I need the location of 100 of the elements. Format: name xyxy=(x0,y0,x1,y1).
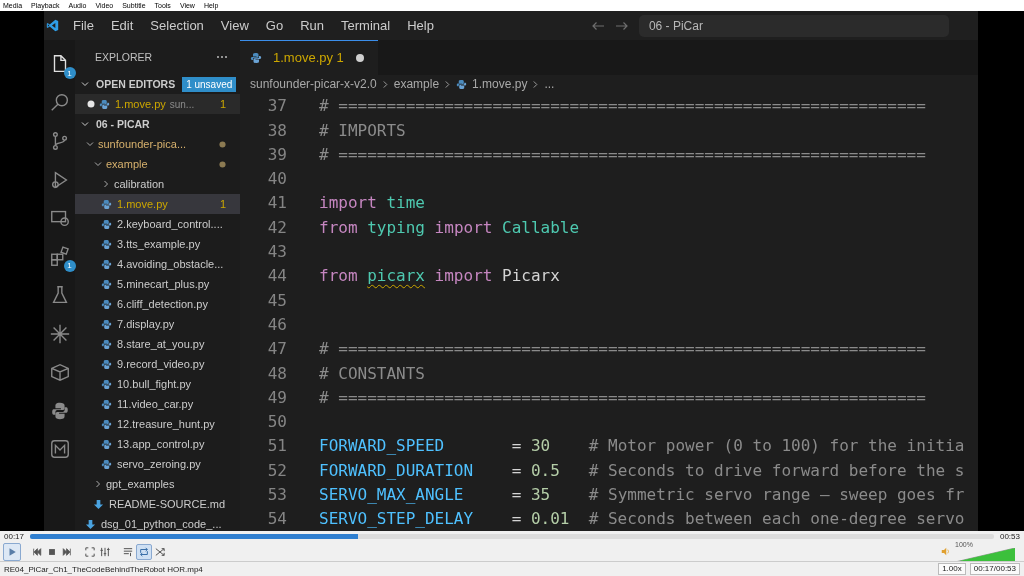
tree-item[interactable]: 7.display.py xyxy=(75,314,240,334)
fullscreen-button[interactable] xyxy=(83,544,97,559)
section-header[interactable]: OPEN EDITORS xyxy=(96,78,176,90)
tree-item[interactable]: 12.treasure_hunt.py xyxy=(75,414,240,434)
python-file-icon xyxy=(101,318,112,330)
more-icon[interactable] xyxy=(216,55,228,59)
line-number: 37 xyxy=(266,96,287,116)
tree-item[interactable]: gpt_examples xyxy=(75,474,240,494)
line-number: 42 xyxy=(266,217,287,237)
tree-item[interactable]: sunfounder-pica... xyxy=(75,134,240,154)
line-number: 41 xyxy=(266,193,287,213)
tree-item[interactable]: 5.minecart_plus.py xyxy=(75,274,240,294)
chevron-icon[interactable] xyxy=(80,119,90,129)
chevron-icon[interactable] xyxy=(93,479,103,489)
breadcrumb-item[interactable]: sunfounder-picar-x-v2.0 xyxy=(250,77,377,92)
code-line: # ============================================================= xyxy=(319,96,926,116)
tree-item[interactable]: 10.bull_fight.py xyxy=(75,374,240,394)
line-number: 39 xyxy=(266,144,287,164)
python-file-icon xyxy=(101,338,112,350)
menu-item[interactable]: Go xyxy=(265,18,284,33)
line-number: 38 xyxy=(266,120,287,140)
section-header[interactable]: 06 - PICAR xyxy=(96,118,150,130)
tree-item[interactable]: 13.app_control.py xyxy=(75,434,240,454)
breadcrumb-item[interactable]: ... xyxy=(544,77,555,92)
code-line: from picarx import Picarx xyxy=(319,266,560,286)
line-number: 40 xyxy=(266,169,287,189)
modified-dot-icon xyxy=(219,140,226,148)
tree-item[interactable]: README-SOURCE.md xyxy=(75,494,240,514)
python-file-icon xyxy=(101,198,112,210)
python-file-icon xyxy=(456,78,468,90)
menu-item[interactable]: Run xyxy=(300,18,324,33)
chevron-icon xyxy=(444,79,452,89)
tree-item[interactable]: calibration xyxy=(75,174,240,194)
tree-item[interactable]: 2.keyboard_control.... xyxy=(75,214,240,234)
sparkle-icon xyxy=(48,322,71,345)
menu-item[interactable]: Selection xyxy=(150,18,204,33)
tree-item[interactable]: 3.tts_example.py xyxy=(75,234,240,254)
fullscreen-icon xyxy=(85,546,95,557)
code-line: import time xyxy=(319,193,425,213)
line-number: 54 xyxy=(266,509,287,529)
chevron-icon[interactable] xyxy=(80,79,90,89)
previous-icon xyxy=(32,546,42,557)
python-file-icon xyxy=(101,258,112,270)
menu-item[interactable]: Help xyxy=(407,18,434,33)
forward-arrow-icon[interactable] xyxy=(614,20,629,31)
tree-item[interactable]: example xyxy=(75,154,240,174)
line-number: 43 xyxy=(266,242,287,262)
editor-tab[interactable]: 1.move.py 1 xyxy=(240,40,378,75)
time-display: 00:17/00:53 xyxy=(969,563,1020,575)
tree-item[interactable]: dsg_01_python_code_... xyxy=(75,514,240,531)
tree-item[interactable]: 8.stare_at_you.py xyxy=(75,334,240,354)
tree-item[interactable]: servo_zeroing.py xyxy=(75,454,240,474)
notification-badge: 1 xyxy=(63,67,76,79)
python-file-icon xyxy=(101,458,112,470)
code-line: from typing import Callable xyxy=(319,217,580,237)
chevron-icon xyxy=(532,79,540,89)
python-file-icon xyxy=(101,418,112,430)
playback-speed[interactable]: 1.00x xyxy=(938,563,966,575)
code-line: SERVO_MAX_ANGLE = 35 # Symmetric servo range – sweep goes fr xyxy=(319,485,965,505)
code-line: FORWARD_SPEED = 30 # Motor power (0 to 100) for the initia xyxy=(319,436,965,456)
python-file-icon xyxy=(101,298,112,310)
menu-item[interactable]: Edit xyxy=(110,18,134,33)
tree-item[interactable]: 4.avoiding_obstacle... xyxy=(75,254,240,274)
command-center[interactable]: 06 - PiCar xyxy=(638,14,949,37)
line-number: 49 xyxy=(266,387,287,407)
tree-item[interactable]: 9.record_video.py xyxy=(75,354,240,374)
play-button[interactable] xyxy=(3,542,21,561)
tree-item[interactable]: 1.move.py 1 xyxy=(75,194,240,214)
file-name: RE04_PiCar_Ch1_TheCodeBehindTheRobot HOR.mp4 xyxy=(4,564,204,574)
menu-item[interactable]: Terminal xyxy=(341,18,391,33)
python-file-icon xyxy=(250,51,262,64)
line-number: 53 xyxy=(266,485,287,505)
code-line: FORWARD_DURATION = 0.5 # Seconds to drive forward before the s xyxy=(319,460,965,480)
elapsed-time: 00:17 xyxy=(4,532,25,541)
line-number: 44 xyxy=(266,266,287,286)
menu-item[interactable]: File xyxy=(73,18,94,33)
loop-icon xyxy=(139,546,149,557)
open-editor-item[interactable]: 1.move.py sun... 1 xyxy=(75,94,240,114)
breadcrumb-item[interactable]: example xyxy=(393,77,440,92)
chevron-icon[interactable] xyxy=(101,179,111,189)
playlist-icon xyxy=(123,546,133,557)
chevron-icon[interactable] xyxy=(93,159,103,169)
settings-icon xyxy=(100,546,110,557)
sidebar-title: EXPLORER xyxy=(95,51,153,63)
tree-item[interactable]: 6.cliff_detection.py xyxy=(75,294,240,314)
tree-item[interactable]: 11.video_car.py xyxy=(75,394,240,414)
breadcrumb-item[interactable]: 1.move.py xyxy=(472,77,528,92)
package-icon xyxy=(48,361,71,383)
total-time: 00:53 xyxy=(999,532,1020,541)
next-icon xyxy=(62,546,72,557)
chevron-icon[interactable] xyxy=(85,139,95,149)
code-line: # ============================================================= xyxy=(319,387,926,407)
line-number: 45 xyxy=(266,290,287,310)
back-arrow-icon[interactable] xyxy=(590,20,605,31)
menu-item[interactable]: View xyxy=(220,18,249,33)
python-file-icon xyxy=(101,358,112,370)
seek-bar[interactable] xyxy=(30,534,994,539)
notification-badge: 1 xyxy=(63,259,76,272)
python-file-icon xyxy=(101,278,112,290)
loop-button[interactable] xyxy=(136,543,152,560)
